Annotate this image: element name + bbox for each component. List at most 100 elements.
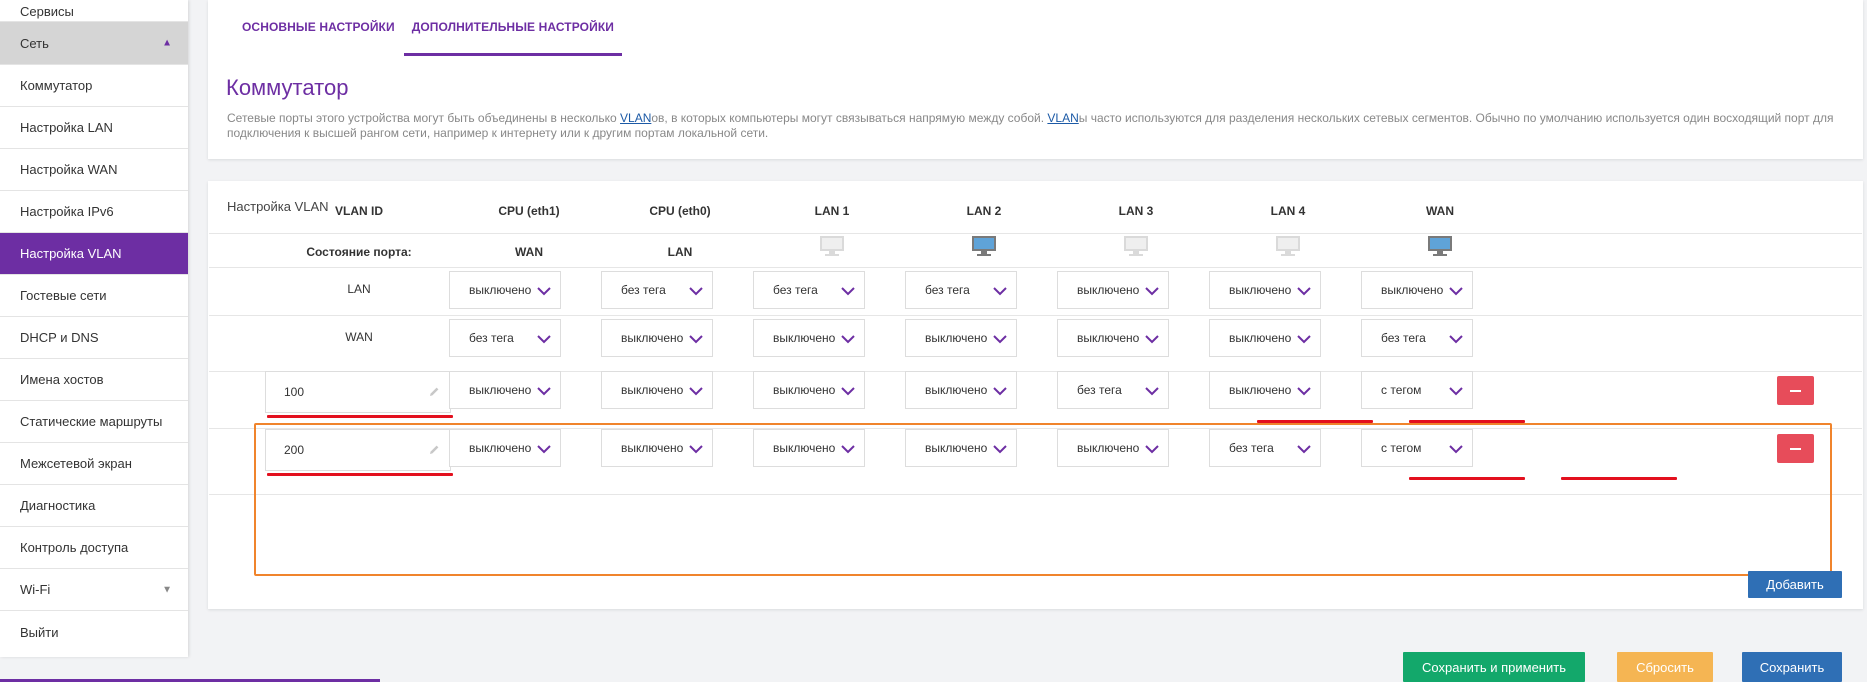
port-mode-value: выключено [469,383,532,397]
port-mode-value: выключено [1229,283,1292,297]
chevron-down-icon [841,385,855,396]
tab-advanced-settings[interactable]: ДОПОЛНИТЕЛЬНЫЕ НАСТРОЙКИ [403,0,622,56]
sidebar-item-network[interactable]: Сеть ▲ [0,22,188,65]
port-mode-select[interactable]: выключено [601,319,713,357]
sidebar-item-label: Имена хостов [20,372,104,387]
port-mode-value: выключено [1077,331,1140,345]
tab-bar: ОСНОВНЫЕ НАСТРОЙКИ ДОПОЛНИТЕЛЬНЫЕ НАСТРО… [234,0,623,56]
sidebar-item-static-routes[interactable]: Статические маршруты [0,401,188,443]
sidebar-item-label: Статические маршруты [20,414,163,429]
port-mode-value: без тега [469,331,514,345]
column-header: LAN 1 [814,204,850,218]
port-mode-select[interactable]: выключено [905,319,1017,357]
port-mode-value: выключено [1229,331,1292,345]
sidebar-item-access-control[interactable]: Контроль доступа [0,527,188,569]
add-vlan-button[interactable]: Добавить [1748,571,1842,598]
sidebar-item-label: Wi-Fi [20,582,51,597]
port-mode-value: выключено [925,383,988,397]
sidebar-item-switch[interactable]: Коммутатор [0,65,188,107]
chevron-down-icon [841,333,855,344]
sidebar-item-firewall[interactable]: Межсетевой экран [0,443,188,485]
column-header: WAN [1426,204,1454,218]
port-mode-select[interactable]: выключено [1361,271,1473,309]
column-header: LAN 2 [966,204,1002,218]
sidebar-item-lan[interactable]: Настройка LAN [0,107,188,149]
port-mode-value: выключено [773,331,836,345]
port-mode-value: с тегом [1381,383,1422,397]
column-header: VLAN ID [335,204,383,218]
chevron-down-icon [689,385,703,396]
port-mode-select[interactable]: без тега [449,319,561,357]
monitor-connected-icon [971,235,997,257]
sidebar-item-guest[interactable]: Гостевые сети [0,275,188,317]
chevron-down-icon [1145,285,1159,296]
row-divider [209,267,1862,268]
sidebar-item-vlan[interactable]: Настройка VLAN [0,233,188,275]
triangle-up-icon: ▲ [162,37,172,49]
sidebar-item-label: Диагностика [20,498,96,513]
port-mode-select[interactable]: выключено [1057,319,1169,357]
port-mode-select[interactable]: без тега [753,271,865,309]
sidebar-item-diagnostics[interactable]: Диагностика [0,485,188,527]
highlight-box [254,423,1832,576]
port-mode-select[interactable]: выключено [753,371,865,409]
chevron-down-icon [537,333,551,344]
port-mode-value: выключено [469,283,532,297]
monitor-disconnected-icon [1275,235,1301,257]
port-mode-select[interactable]: без тега [905,271,1017,309]
port-mode-select[interactable]: выключено [1209,271,1321,309]
chevron-down-icon [1297,385,1311,396]
chevron-down-icon [1145,333,1159,344]
triangle-down-icon: ▼ [162,584,172,595]
port-mode-value: выключено [1381,283,1444,297]
port-mode-select[interactable]: без тега [1057,371,1169,409]
sidebar-item-dhcp-dns[interactable]: DHCP и DNS [0,317,188,359]
port-mode-select[interactable]: без тега [601,271,713,309]
monitor-connected-icon [1427,235,1453,257]
reset-button[interactable]: Сбросить [1617,652,1713,682]
port-mode-value: без тега [1381,331,1426,345]
chevron-down-icon [1449,385,1463,396]
column-header: LAN 3 [1118,204,1154,218]
page-description: Сетевые порты этого устройства могут быт… [227,111,1857,141]
port-mode-value: выключено [1077,283,1140,297]
sidebar-item-services[interactable]: Сервисы [0,0,188,22]
tab-basic-settings[interactable]: ОСНОВНЫЕ НАСТРОЙКИ [234,0,403,56]
vlan-link[interactable]: VLAN [1047,111,1078,125]
port-mode-value: без тега [1077,383,1122,397]
vlan-link[interactable]: VLAN [620,111,651,125]
sidebar-item-label: Настройка IPv6 [20,204,114,219]
port-state-label: Состояние порта: [306,245,412,259]
port-mode-select[interactable]: выключено [449,371,561,409]
save-button[interactable]: Сохранить [1742,652,1842,682]
sidebar-item-label: Настройка WAN [20,162,118,177]
save-apply-button[interactable]: Сохранить и применить [1403,652,1585,682]
sidebar-item-ipv6[interactable]: Настройка IPv6 [0,191,188,233]
chevron-down-icon [841,285,855,296]
sidebar-item-label: Межсетевой экран [20,456,132,471]
column-header: LAN 4 [1270,204,1306,218]
port-mode-select[interactable]: выключено [1209,319,1321,357]
delete-vlan-button[interactable] [1777,376,1814,405]
port-mode-select[interactable]: без тега [1361,319,1473,357]
chevron-down-icon [537,285,551,296]
chevron-down-icon [537,385,551,396]
pencil-icon [428,386,440,398]
chevron-down-icon [1449,285,1463,296]
vlan-id-input[interactable]: 100 [265,371,451,413]
port-mode-select[interactable]: выключено [1057,271,1169,309]
vlan-id-value: 100 [284,385,305,399]
row-divider [209,315,1862,316]
sidebar-item-hostnames[interactable]: Имена хостов [0,359,188,401]
sidebar-item-wan[interactable]: Настройка WAN [0,149,188,191]
port-mode-select[interactable]: выключено [1209,371,1321,409]
port-mode-value: выключено [925,331,988,345]
sidebar-item-wifi[interactable]: Wi-Fi ▼ [0,569,188,611]
port-mode-select[interactable]: с тегом [1361,371,1473,409]
port-mode-select[interactable]: выключено [905,371,1017,409]
port-mode-select[interactable]: выключено [753,319,865,357]
port-mode-select[interactable]: выключено [449,271,561,309]
sidebar-item-logout[interactable]: Выйти [0,611,188,653]
port-mode-select[interactable]: выключено [601,371,713,409]
desc-text: Сетевые порты этого устройства могут быт… [227,111,621,125]
